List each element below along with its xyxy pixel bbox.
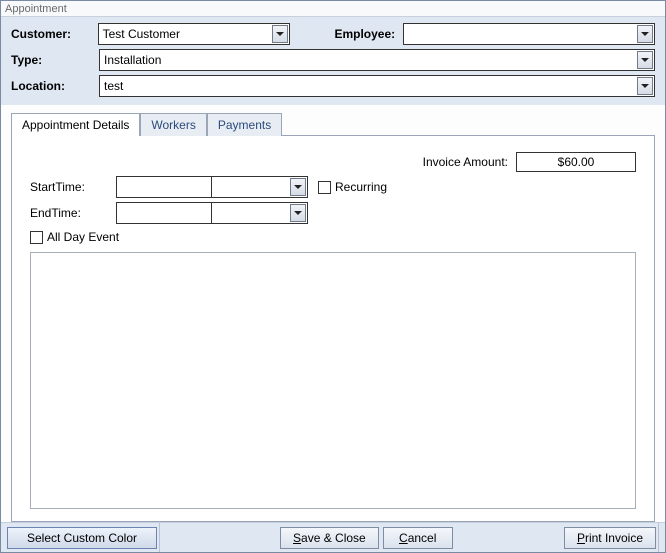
tab-appointment-details[interactable]: Appointment Details [11,113,140,136]
tab-payments[interactable]: Payments [207,113,282,136]
allday-checkbox[interactable] [30,231,43,244]
location-select[interactable]: test [99,75,655,97]
header-panel: Customer: Test Customer Employee: Type: … [1,17,665,105]
employee-value [404,24,654,44]
select-custom-color-button[interactable]: Select Custom Color [7,527,157,549]
recurring-checkbox[interactable] [318,181,331,194]
invoice-amount-label: Invoice Amount: [423,155,508,169]
endtime-time-input[interactable] [211,202,308,224]
tabstrip: Appointment Details Workers Payments [11,109,655,135]
dropdown-icon[interactable] [290,204,306,222]
dropdown-icon[interactable] [637,77,653,95]
type-label: Type: [11,53,99,67]
tab-content-details: Invoice Amount: $60.00 StartTime: Recurr… [11,135,655,522]
type-value: Installation [100,50,654,70]
notes-textarea[interactable] [30,252,636,509]
save-and-close-button[interactable]: Save & Close [280,527,379,549]
dropdown-icon[interactable] [272,25,288,43]
endtime-date-input[interactable] [116,202,212,224]
starttime-date-input[interactable] [116,176,212,198]
starttime-time-input[interactable] [211,176,308,198]
recurring-label: Recurring [335,180,387,194]
type-select[interactable]: Installation [99,49,655,71]
location-value: test [100,76,654,96]
dropdown-icon[interactable] [637,51,653,69]
customer-label: Customer: [11,27,98,41]
tab-workers[interactable]: Workers [140,113,206,136]
divider [159,523,160,552]
starttime-label: StartTime: [30,180,116,194]
employee-label: Employee: [334,27,395,41]
cancel-button[interactable]: Cancel [383,527,453,549]
dropdown-icon[interactable] [290,178,306,196]
customer-value: Test Customer [99,24,290,44]
dropdown-icon[interactable] [637,25,653,43]
appointment-window: Appointment Customer: Test Customer Empl… [0,0,666,553]
employee-select[interactable] [403,23,655,45]
button-bar: Select Custom Color Save & Close Cancel … [1,522,665,552]
location-label: Location: [11,79,99,93]
window-title: Appointment [1,1,665,17]
divider [658,523,659,552]
endtime-label: EndTime: [30,206,116,220]
allday-label: All Day Event [47,230,119,244]
invoice-amount-field[interactable]: $60.00 [516,152,636,172]
customer-select[interactable]: Test Customer [98,23,291,45]
print-invoice-button[interactable]: Print Invoice [564,527,656,549]
